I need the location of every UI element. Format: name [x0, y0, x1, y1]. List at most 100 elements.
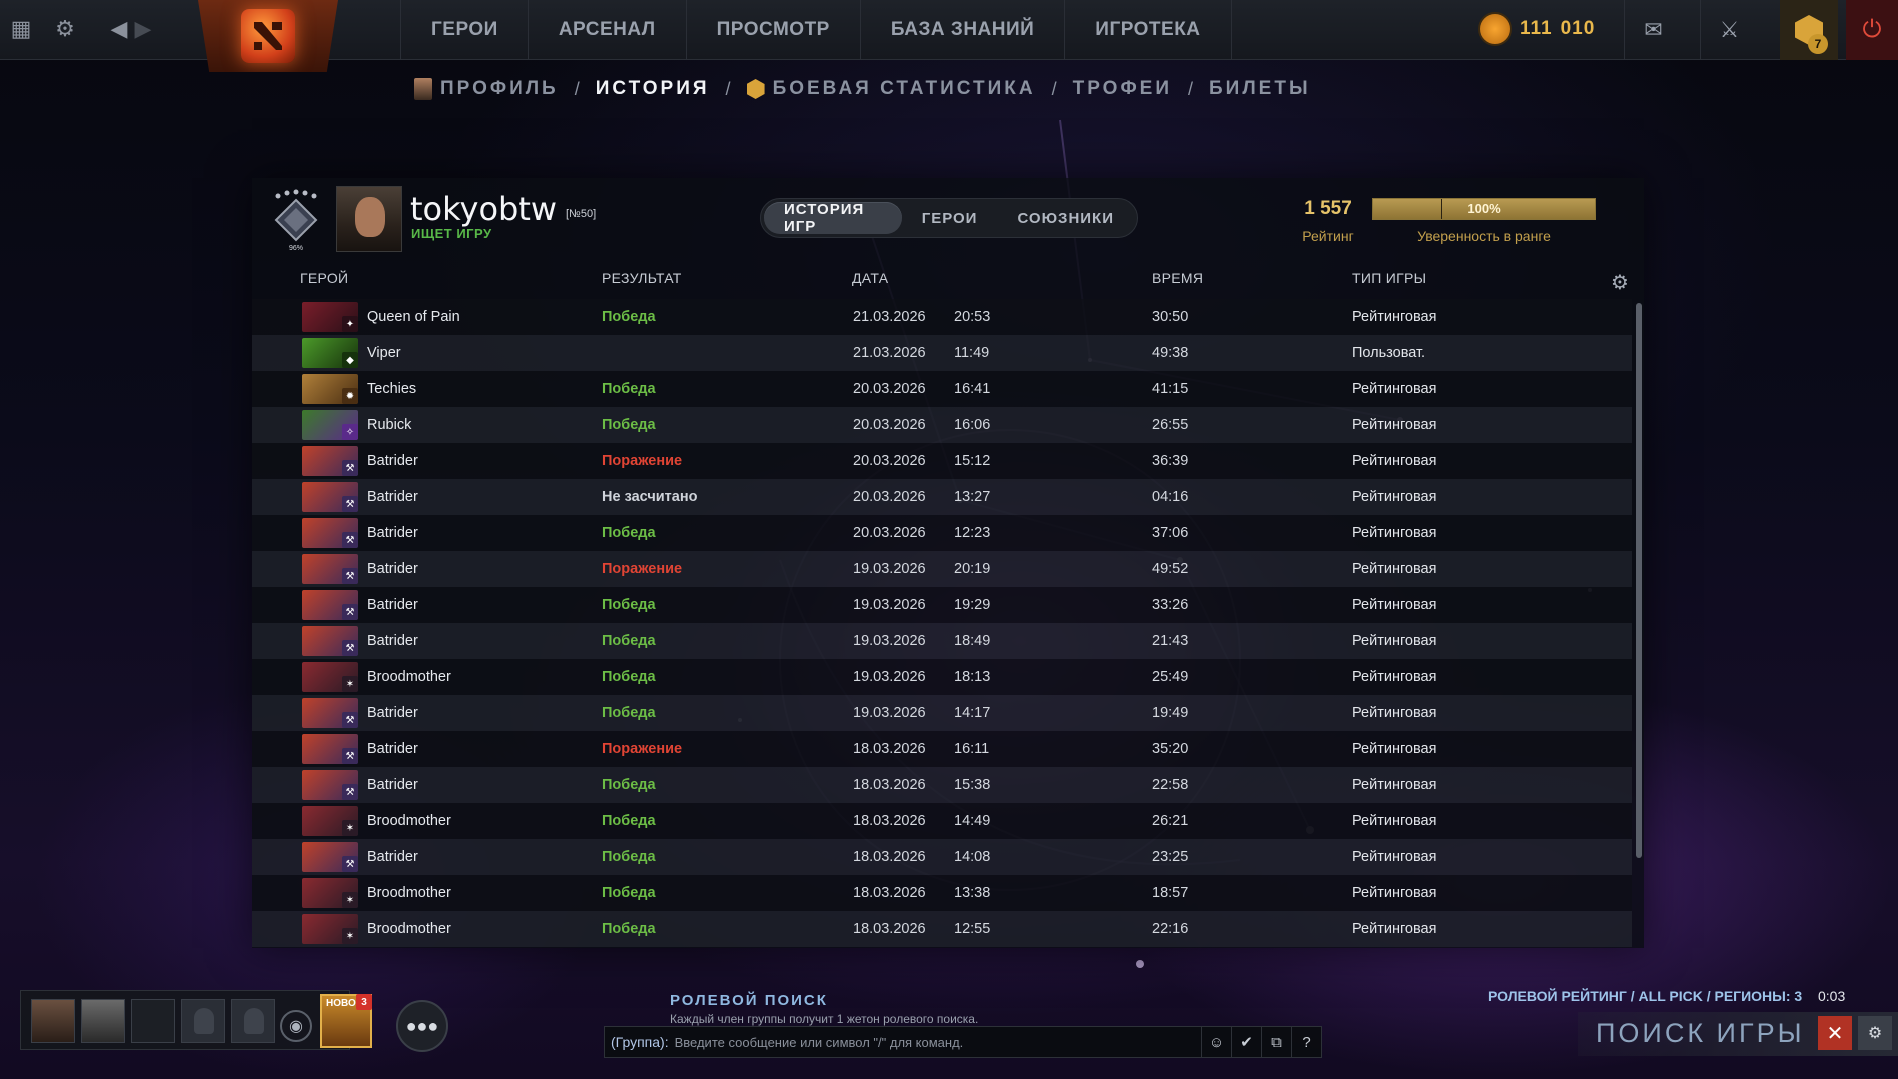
- match-date: 18.03.2026: [853, 885, 926, 901]
- voice-chat-headset-icon[interactable]: ◉: [280, 1010, 312, 1042]
- table-row[interactable]: ✶ Broodmother Победа 18.03.2026 14:49 26:21 Ре…: [252, 803, 1632, 839]
- table-row[interactable]: ⚒ Batrider Не засчитано 20.03.2026 13:27 04:1…: [252, 479, 1632, 515]
- settings-gear-icon[interactable]: ⚙: [50, 14, 80, 44]
- subnav-trophies[interactable]: ТРОФЕИ: [1073, 78, 1172, 100]
- match-history-panel: 96% tokyobtw [№50] ИЩЕТ ИГРУ ИСТОРИЯ ИГР…: [252, 178, 1644, 948]
- table-row[interactable]: ◆ Viper 21.03.2026 11:49 49:38 Пользоват.: [252, 335, 1632, 371]
- column-header-date[interactable]: ДАТА: [852, 270, 888, 286]
- match-date: 20.03.2026: [853, 453, 926, 469]
- hero-name: Broodmother: [367, 885, 451, 901]
- table-row[interactable]: ⚒ Batrider Победа 19.03.2026 14:17 19:49 Рейти…: [252, 695, 1632, 731]
- table-row[interactable]: ⚒ Batrider Поражение 19.03.2026 20:19 49:52 Ре…: [252, 551, 1632, 587]
- table-row[interactable]: ✹ Techies Победа 20.03.2026 16:41 41:15 Рейтин…: [252, 371, 1632, 407]
- match-date: 20.03.2026: [853, 489, 926, 505]
- match-game-type: Рейтинговая: [1352, 705, 1437, 721]
- nav-arcade[interactable]: ИГРОТЕКА: [1064, 0, 1232, 60]
- table-row[interactable]: ⚒ Batrider Поражение 20.03.2026 15:12 36:39 Ре…: [252, 443, 1632, 479]
- column-header-duration[interactable]: ВРЕМЯ: [1152, 270, 1203, 286]
- match-duration: 25:49: [1152, 669, 1189, 685]
- hero-role-icon: ✦: [342, 316, 358, 332]
- table-settings-gear-icon[interactable]: ⚙: [1608, 270, 1632, 294]
- hero-portrait: ⚒: [302, 842, 358, 872]
- hero-role-icon: ⚒: [342, 640, 358, 656]
- match-list-scrollbar[interactable]: [1636, 303, 1642, 858]
- party-slot-member[interactable]: [131, 999, 175, 1043]
- nav-learn[interactable]: БАЗА ЗНАНИЙ: [859, 0, 1064, 60]
- history-tabs: ИСТОРИЯ ИГР ГЕРОИ СОЮЗНИКИ: [760, 198, 1138, 238]
- matchmaking-settings-button[interactable]: ⚙: [1858, 1016, 1892, 1050]
- chat-input[interactable]: [674, 1034, 1201, 1050]
- dota-menu-icon[interactable]: ▦: [6, 14, 36, 44]
- tab-allies[interactable]: СОЮЗНИКИ: [997, 202, 1134, 234]
- table-row[interactable]: ✶ Broodmother Победа 18.03.2026 13:38 18:57 Ре…: [252, 875, 1632, 911]
- chat-window-icon[interactable]: ⧉: [1261, 1027, 1291, 1057]
- subnav-profile[interactable]: ПРОФИЛЬ: [414, 78, 559, 100]
- match-duration: 41:15: [1152, 381, 1189, 397]
- dota-logo-button[interactable]: [198, 0, 338, 72]
- find-match-status[interactable]: ПОИСК ИГРЫ: [1596, 1018, 1804, 1049]
- currency-display[interactable]: 111 010: [1478, 12, 1595, 46]
- table-row[interactable]: ⚒ Batrider Победа 18.03.2026 14:08 23:25 Рейти…: [252, 839, 1632, 875]
- nav-heroes[interactable]: ГЕРОИ: [400, 0, 528, 60]
- party-slot-member[interactable]: [81, 999, 125, 1043]
- hero-name: Broodmother: [367, 813, 451, 829]
- matchmaking-timer: 0:03: [1818, 988, 1846, 1004]
- role-queue-title: РОЛЕВОЙ ПОИСК: [670, 992, 828, 1009]
- tab-match-history[interactable]: ИСТОРИЯ ИГР: [764, 201, 902, 235]
- nav-armory[interactable]: АРСЕНАЛ: [527, 0, 686, 60]
- subnav-history[interactable]: ИСТОРИЯ: [596, 78, 710, 100]
- table-row[interactable]: ⚒ Batrider Поражение 18.03.2026 16:11 35:20 Ре…: [252, 731, 1632, 767]
- subnav-separator: /: [725, 78, 731, 99]
- cancel-search-button[interactable]: ✕: [1818, 1016, 1852, 1050]
- table-row[interactable]: ⚒ Batrider Победа 19.03.2026 19:29 33:26 Рейти…: [252, 587, 1632, 623]
- hero-portrait: ⚒: [302, 590, 358, 620]
- checkmark-icon[interactable]: ✔: [1231, 1027, 1261, 1057]
- party-menu-button[interactable]: ●●●: [396, 1000, 448, 1052]
- table-row[interactable]: ⚒ Batrider Победа 20.03.2026 12:23 37:06 Рейти…: [252, 515, 1632, 551]
- nav-watch[interactable]: ПРОСМОТР: [685, 0, 860, 60]
- subnav-profile-label: ПРОФИЛЬ: [440, 78, 559, 99]
- hero-role-icon: ✶: [342, 820, 358, 836]
- party-slot-empty[interactable]: [181, 999, 225, 1043]
- battle-pass-button[interactable]: ⚔: [1700, 0, 1758, 60]
- table-row[interactable]: ⚒ Batrider Победа 19.03.2026 18:49 21:43 Рейти…: [252, 623, 1632, 659]
- player-username: tokyobtw: [410, 190, 558, 228]
- match-result: Победа: [602, 669, 656, 685]
- match-start-time: 16:11: [954, 741, 990, 757]
- player-avatar[interactable]: [336, 186, 402, 252]
- hero-role-icon: ✶: [342, 676, 358, 692]
- mail-button[interactable]: ✉: [1624, 0, 1682, 60]
- party-slot-self[interactable]: [31, 999, 75, 1043]
- table-row[interactable]: ✧ Rubick Победа 20.03.2026 16:06 26:55 Рейтинг…: [252, 407, 1632, 443]
- tab-heroes[interactable]: ГЕРОИ: [902, 202, 998, 234]
- hero-portrait: ✶: [302, 914, 358, 944]
- player-status: ИЩЕТ ИГРУ: [411, 226, 492, 241]
- column-header-result[interactable]: РЕЗУЛЬТАТ: [602, 270, 682, 286]
- match-date: 20.03.2026: [853, 417, 926, 433]
- match-duration: 36:39: [1152, 453, 1189, 469]
- power-button[interactable]: ⏻: [1846, 0, 1898, 60]
- chat-channel-tag[interactable]: (Группа):: [611, 1034, 669, 1050]
- table-row[interactable]: ✦ Queen of Pain Победа 21.03.2026 20:53 30:50…: [252, 299, 1632, 335]
- column-header-game-type[interactable]: ТИП ИГРЫ: [1352, 270, 1426, 286]
- match-start-time: 14:08: [954, 849, 991, 865]
- match-start-time: 12:23: [954, 525, 991, 541]
- profile-header: 96% tokyobtw [№50] ИЩЕТ ИГРУ ИСТОРИЯ ИГР…: [252, 178, 1644, 268]
- match-date: 19.03.2026: [853, 669, 926, 685]
- table-row[interactable]: ✶ Broodmother Победа 19.03.2026 18:13 25:49 Ре…: [252, 659, 1632, 695]
- subnav-stats[interactable]: БОЕВАЯ СТАТИСТИКА: [746, 78, 1036, 100]
- chat-help-button[interactable]: ?: [1291, 1027, 1321, 1057]
- rank-confidence-bar: 100%: [1372, 198, 1596, 220]
- subnav-tickets[interactable]: БИЛЕТЫ: [1209, 78, 1311, 100]
- match-list: ✦ Queen of Pain Победа 21.03.2026 20:53 30:50…: [252, 299, 1632, 947]
- column-header-hero[interactable]: ГЕРОЙ: [300, 270, 348, 286]
- forward-arrow-icon[interactable]: ▶: [128, 14, 158, 44]
- hero-role-icon: ⚒: [342, 748, 358, 764]
- table-row[interactable]: ⚒ Batrider Победа 18.03.2026 15:38 22:58 Рейти…: [252, 767, 1632, 803]
- table-row[interactable]: ✶ Broodmother Победа 18.03.2026 12:55 22:16 Ре…: [252, 911, 1632, 947]
- emoji-icon[interactable]: ☺: [1201, 1027, 1231, 1057]
- news-button[interactable]: НОВО 3: [320, 994, 372, 1048]
- dota-plus-button[interactable]: 7: [1780, 0, 1838, 60]
- news-label: НОВО: [326, 998, 356, 1009]
- party-slot-empty[interactable]: [231, 999, 275, 1043]
